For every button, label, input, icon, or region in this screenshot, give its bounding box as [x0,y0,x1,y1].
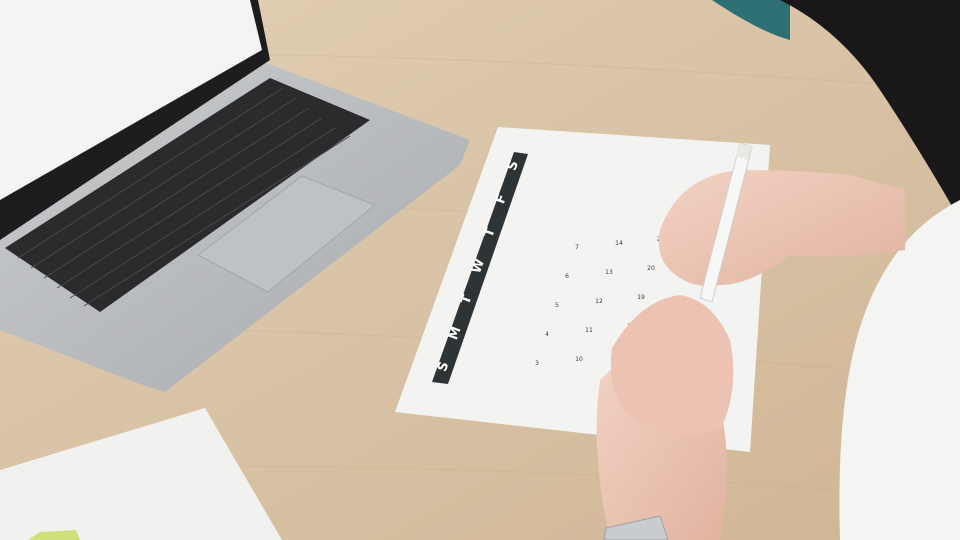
day-number: 12 [595,298,603,305]
day-number: 6 [565,273,569,280]
day-number: 11 [585,327,593,334]
day-number: 3 [535,360,539,367]
day-number: 7 [575,244,579,251]
day-number: 14 [615,240,623,247]
day-number: 4 [545,331,549,338]
day-number: 10 [575,356,583,363]
day-number: 20 [647,265,655,272]
day-number: 19 [637,294,645,301]
day-number: 13 [605,269,613,276]
photo-scene: SMTWTFS 3456710111213141718192021 [0,0,960,540]
day-number: 5 [555,302,559,309]
